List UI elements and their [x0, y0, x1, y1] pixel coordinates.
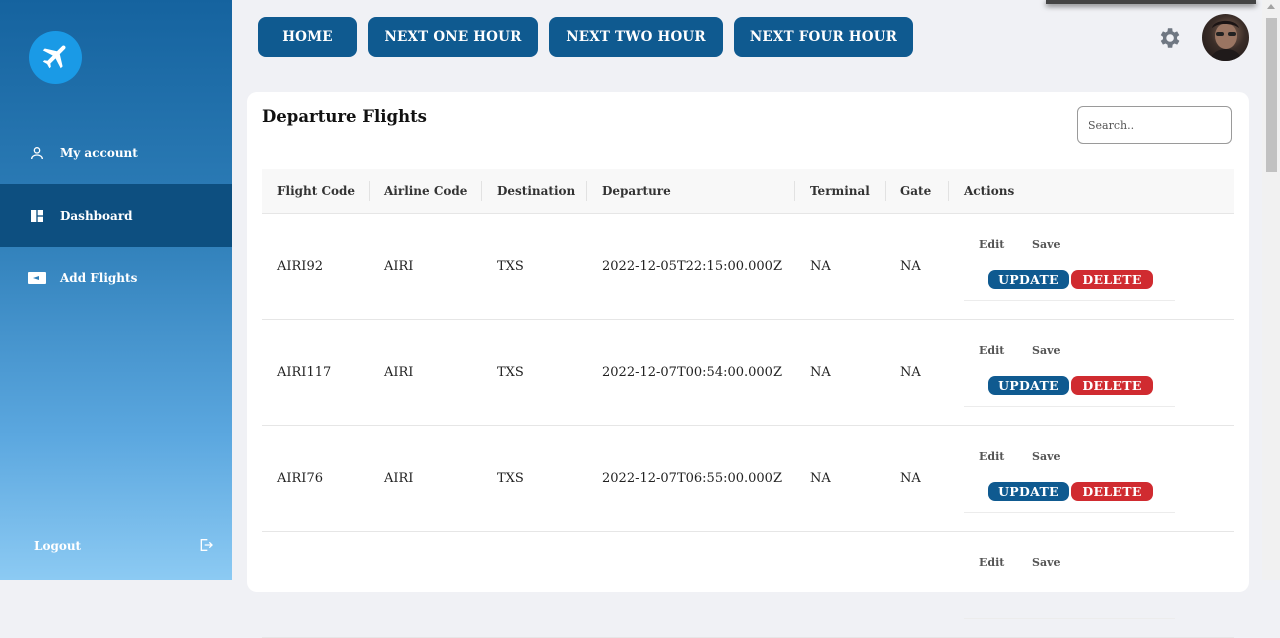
page-title: Departure Flights [262, 107, 427, 126]
overlay-shadow [1046, 0, 1256, 4]
sidebar-item-dashboard[interactable]: Dashboard [0, 184, 232, 247]
cell-departure: 2022-12-05T22:15:00.000Z [602, 258, 782, 274]
scroll-up-arrow-icon[interactable] [1267, 4, 1275, 9]
table-row: AIRI76 AIRI TXS 2022-12-07T06:55:00.000Z… [262, 425, 1234, 532]
table-row: AIRI92 AIRI TXS 2022-12-05T22:15:00.000Z… [262, 213, 1234, 320]
departure-flights-card: Departure Flights Flight Code Airline Co… [247, 92, 1249, 638]
table-header: Flight Code Airline Code Destination Dep… [262, 169, 1234, 214]
column-header-departure[interactable]: Departure [602, 169, 671, 213]
row-actions: Edit Save UPDATE DELETE [964, 319, 1175, 407]
cell-departure: 2022-12-07T06:55:00.000Z [602, 470, 782, 486]
user-icon [26, 144, 48, 162]
cell-flight-code: AIRI76 [277, 470, 323, 486]
edit-link[interactable]: Edit [979, 344, 1004, 357]
cell-flight-code: AIRI92 [277, 258, 323, 274]
cell-airline-code: AIRI [384, 364, 414, 380]
table-row: AIRI117 AIRI TXS 2022-12-07T00:54:00.000… [262, 319, 1234, 426]
home-button[interactable]: HOME [258, 17, 357, 57]
cell-destination: TXS [497, 258, 524, 274]
column-header-flight-code[interactable]: Flight Code [277, 169, 355, 213]
next-one-hour-button[interactable]: NEXT ONE HOUR [368, 17, 538, 57]
column-header-actions: Actions [964, 184, 1015, 198]
next-two-hour-button[interactable]: NEXT TWO HOUR [549, 17, 723, 57]
next-four-hour-button[interactable]: NEXT FOUR HOUR [734, 17, 913, 57]
page-scrollbar[interactable] [1262, 0, 1280, 580]
edit-link[interactable]: Edit [979, 450, 1004, 463]
sidebar-item-label: My account [60, 145, 138, 160]
edit-link[interactable]: Edit [979, 556, 1004, 569]
dashboard-icon [26, 207, 48, 225]
edit-link[interactable]: Edit [979, 238, 1004, 251]
cell-airline-code: AIRI [384, 258, 414, 274]
sidebar-item-label: Add Flights [60, 270, 138, 285]
save-link[interactable]: Save [1032, 238, 1060, 251]
cell-terminal: NA [810, 258, 831, 274]
cell-flight-code: AIRI117 [277, 364, 332, 380]
column-divider [369, 181, 370, 201]
update-button[interactable]: UPDATE [988, 270, 1069, 289]
delete-button[interactable]: DELETE [1071, 376, 1153, 395]
save-link[interactable]: Save [1032, 450, 1060, 463]
column-divider [885, 181, 886, 201]
app-logo[interactable] [29, 31, 82, 84]
column-header-destination[interactable]: Destination [497, 169, 575, 213]
column-header-terminal[interactable]: Terminal [810, 169, 870, 213]
logout-button[interactable]: Logout [34, 534, 214, 558]
cell-departure: 2022-12-07T00:54:00.000Z [602, 364, 782, 380]
cell-gate: NA [900, 364, 921, 380]
sidebar-item-label: Dashboard [60, 208, 133, 223]
update-button[interactable]: UPDATE [988, 482, 1069, 501]
column-header-airline-code[interactable]: Airline Code [384, 169, 467, 213]
column-divider [948, 181, 949, 201]
user-avatar[interactable] [1202, 14, 1249, 61]
gear-icon[interactable] [1156, 25, 1182, 51]
sidebar-item-add-flights[interactable]: Add Flights [0, 246, 232, 309]
logout-label: Logout [34, 539, 82, 553]
save-link[interactable]: Save [1032, 556, 1060, 569]
table-row: Edit Save [262, 531, 1234, 638]
column-divider [794, 181, 795, 201]
column-header-gate[interactable]: Gate [900, 169, 931, 213]
update-button[interactable]: UPDATE [988, 376, 1069, 395]
cell-destination: TXS [497, 470, 524, 486]
airplane-icon [40, 40, 72, 76]
cell-terminal: NA [810, 470, 831, 486]
column-divider [586, 181, 587, 201]
search-input[interactable] [1077, 106, 1232, 144]
row-actions: Edit Save UPDATE DELETE [964, 425, 1175, 513]
logout-icon [198, 537, 214, 556]
row-actions: Edit Save UPDATE DELETE [964, 213, 1175, 301]
column-divider [481, 181, 482, 201]
sidebar-item-my-account[interactable]: My account [0, 121, 232, 184]
cell-destination: TXS [497, 364, 524, 380]
delete-button[interactable]: DELETE [1071, 270, 1153, 289]
cell-gate: NA [900, 258, 921, 274]
cell-airline-code: AIRI [384, 470, 414, 486]
row-actions: Edit Save [964, 531, 1175, 619]
cell-gate: NA [900, 470, 921, 486]
delete-button[interactable]: DELETE [1071, 482, 1153, 501]
ticket-icon [26, 269, 48, 287]
save-link[interactable]: Save [1032, 344, 1060, 357]
sidebar: My account Dashboard Add Flights Logout [0, 0, 232, 580]
scrollbar-thumb[interactable] [1266, 18, 1277, 172]
cell-terminal: NA [810, 364, 831, 380]
